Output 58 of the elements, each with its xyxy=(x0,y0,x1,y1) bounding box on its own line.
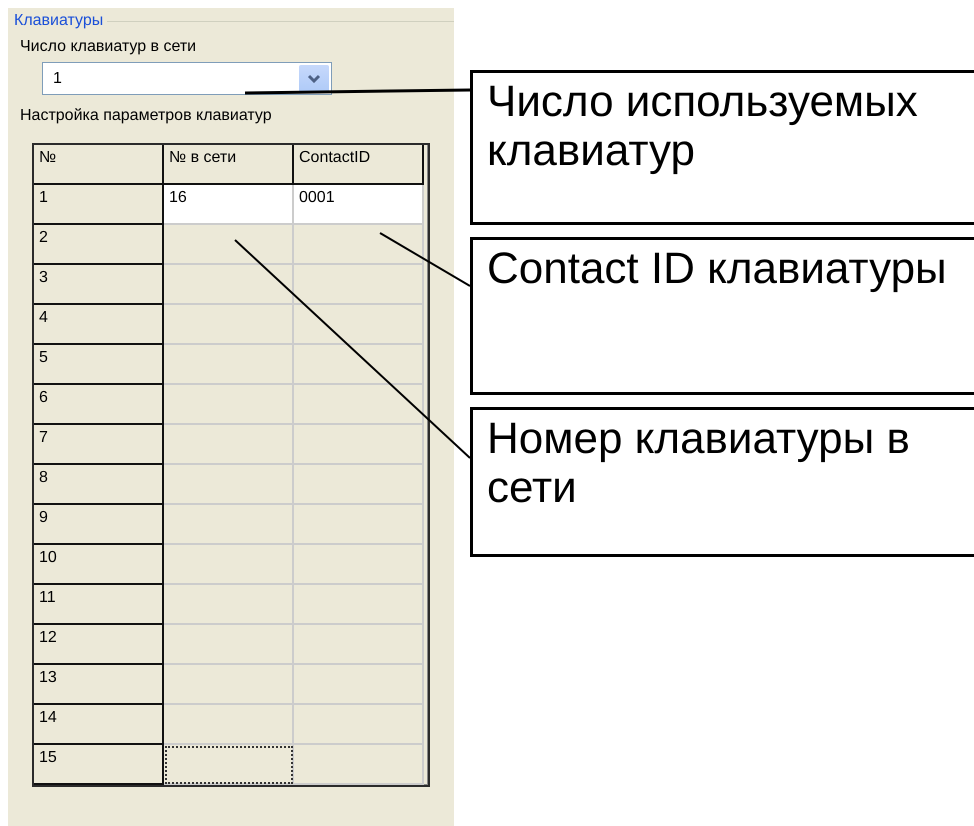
chevron-down-icon xyxy=(307,74,321,84)
table-cell[interactable] xyxy=(164,745,294,785)
row-header: 15 xyxy=(34,745,164,785)
row-header: 1 xyxy=(34,185,164,225)
row-header: 13 xyxy=(34,665,164,705)
table-cell[interactable] xyxy=(294,265,424,305)
field-label: Число клавиатур в сети xyxy=(20,38,196,56)
table-label: Настройка параметров клавиатур xyxy=(20,107,272,125)
table-cell[interactable] xyxy=(294,465,424,505)
table-cell[interactable] xyxy=(164,265,294,305)
column-header: № xyxy=(34,145,164,185)
row-header: 5 xyxy=(34,345,164,385)
row-header: 3 xyxy=(34,265,164,305)
table-cell[interactable] xyxy=(164,225,294,265)
table-cell[interactable] xyxy=(164,305,294,345)
row-header: 11 xyxy=(34,585,164,625)
row-header: 8 xyxy=(34,465,164,505)
count-dropdown[interactable]: 1 xyxy=(42,62,332,95)
row-header: 9 xyxy=(34,505,164,545)
table-cell[interactable] xyxy=(294,625,424,665)
table-cell[interactable] xyxy=(164,425,294,465)
table-cell[interactable] xyxy=(164,505,294,545)
dropdown-value: 1 xyxy=(53,70,62,88)
callout-text: Contact ID клавиатуры xyxy=(487,244,948,293)
table-cell[interactable] xyxy=(164,345,294,385)
table-cell[interactable] xyxy=(164,465,294,505)
table-cell[interactable]: 0001 xyxy=(294,185,424,225)
callout-text: Число используемых клавиатур xyxy=(487,77,919,175)
table-cell[interactable] xyxy=(164,545,294,585)
row-header: 12 xyxy=(34,625,164,665)
row-header: 14 xyxy=(34,705,164,745)
dropdown-button[interactable] xyxy=(299,65,329,92)
table-cell[interactable] xyxy=(294,385,424,425)
table-cell[interactable]: 16 xyxy=(164,185,294,225)
table-cell[interactable] xyxy=(164,585,294,625)
table-cell[interactable] xyxy=(294,705,424,745)
row-header: 6 xyxy=(34,385,164,425)
column-header: ContactID xyxy=(294,145,424,185)
table-cell[interactable] xyxy=(294,425,424,465)
group-title: Клавиатуры xyxy=(14,12,104,30)
table-cell[interactable] xyxy=(294,345,424,385)
row-header: 10 xyxy=(34,545,164,585)
table-cell[interactable] xyxy=(294,585,424,625)
table-cell[interactable] xyxy=(294,745,424,785)
table-cell[interactable] xyxy=(294,225,424,265)
table-cell[interactable] xyxy=(294,505,424,545)
column-header: № в сети xyxy=(164,145,294,185)
table-cell[interactable] xyxy=(294,305,424,345)
callout-text: Номер клавиатуры в сети xyxy=(487,414,911,512)
table-cell[interactable] xyxy=(164,625,294,665)
table-cell[interactable] xyxy=(164,665,294,705)
row-header: 2 xyxy=(34,225,164,265)
table-cell[interactable] xyxy=(294,665,424,705)
row-header: 7 xyxy=(34,425,164,465)
table-cell[interactable] xyxy=(164,705,294,745)
table-cell[interactable] xyxy=(164,385,294,425)
table-cell[interactable] xyxy=(294,545,424,585)
row-header: 4 xyxy=(34,305,164,345)
